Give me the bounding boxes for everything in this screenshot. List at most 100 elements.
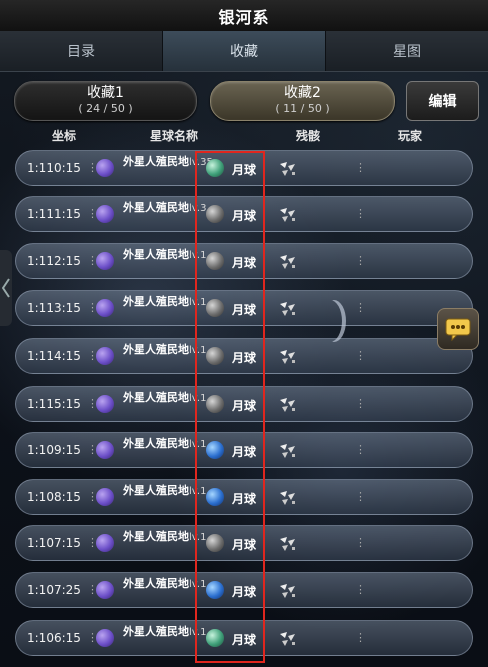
separator: ⋮	[355, 254, 366, 267]
title-bar: 银河系	[0, 0, 488, 32]
row-moon-label[interactable]: 月球	[232, 397, 256, 414]
table-row[interactable]: 1:113:15 ⋮ 外星人殖民地lv.1 月球 ⋮	[15, 290, 473, 326]
alien-planet-icon	[96, 205, 114, 223]
moon-planet-icon	[206, 629, 224, 647]
planet-level: lv.1	[189, 627, 207, 638]
separator: ⋮	[355, 631, 366, 644]
row-moon-label[interactable]: 月球	[232, 443, 256, 460]
planet-level: lv.3	[189, 203, 207, 214]
planet-name-text: 外星人殖民地	[123, 343, 189, 356]
alien-planet-icon	[96, 347, 114, 365]
tab-star-map[interactable]: 星图	[326, 31, 488, 71]
chevron-left-icon	[2, 278, 10, 298]
table-row[interactable]: 1:106:15 ⋮ 外星人殖民地lv.1 月球 ⋮	[15, 620, 473, 656]
row-coordinate[interactable]: 1:109:15	[27, 443, 81, 457]
row-coordinate[interactable]: 1:112:15	[27, 254, 81, 268]
debris-icon[interactable]	[278, 160, 298, 178]
row-planet-name: 外星人殖民地lv.1	[123, 343, 206, 357]
row-moon-label[interactable]: 月球	[232, 583, 256, 600]
row-planet-name: 外星人殖民地lv.3	[123, 201, 206, 215]
row-coordinate[interactable]: 1:108:15	[27, 490, 81, 504]
row-moon-label[interactable]: 月球	[232, 161, 256, 178]
table-row[interactable]: 1:108:15 ⋮ 外星人殖民地lv.1 月球 ⋮	[15, 479, 473, 515]
table-row[interactable]: 1:112:15 ⋮ 外星人殖民地lv.1 月球 ⋮	[15, 243, 473, 279]
row-coordinate[interactable]: 1:107:15	[27, 536, 81, 550]
moon-planet-icon	[206, 347, 224, 365]
collection-2-button[interactable]: 收藏2 ( 11 / 50 )	[210, 81, 395, 121]
debris-icon[interactable]	[278, 630, 298, 648]
row-moon-label[interactable]: 月球	[232, 536, 256, 553]
edit-button[interactable]: 编辑	[406, 81, 479, 121]
moon-planet-icon	[206, 581, 224, 599]
separator: ⋮	[355, 161, 366, 174]
planet-name-text: 外星人殖民地	[123, 391, 189, 404]
tab-bar: 目录 收藏 星图	[0, 31, 488, 72]
planet-level: lv.1	[189, 250, 207, 261]
row-moon-label[interactable]: 月球	[232, 490, 256, 507]
alien-planet-icon	[96, 395, 114, 413]
row-coordinate[interactable]: 1:107:25	[27, 583, 81, 597]
planet-level: lv.1	[189, 486, 207, 497]
table-row[interactable]: 1:115:15 ⋮ 外星人殖民地lv.1 月球 ⋮	[15, 386, 473, 422]
collection-2-name: 收藏2	[284, 85, 321, 101]
debris-icon[interactable]	[278, 582, 298, 600]
planet-name-text: 外星人殖民地	[123, 577, 189, 590]
debris-icon[interactable]	[278, 253, 298, 271]
row-coordinate[interactable]: 1:106:15	[27, 631, 81, 645]
table-row[interactable]: 1:109:15 ⋮ 外星人殖民地lv.1 月球 ⋮	[15, 432, 473, 468]
moon-planet-icon	[206, 205, 224, 223]
debris-icon[interactable]	[278, 300, 298, 318]
separator: ⋮	[355, 301, 366, 314]
separator: ⋮	[355, 443, 366, 456]
row-moon-label[interactable]: 月球	[232, 301, 256, 318]
debris-icon[interactable]	[278, 442, 298, 460]
alien-planet-icon	[96, 488, 114, 506]
chat-button[interactable]	[437, 308, 479, 350]
alien-planet-icon	[96, 299, 114, 317]
table-row[interactable]: 1:114:15 ⋮ 外星人殖民地lv.1 月球 ⋮	[15, 338, 473, 374]
debris-icon[interactable]	[278, 535, 298, 553]
header-debris: 残骸	[296, 129, 321, 143]
moon-planet-icon	[206, 299, 224, 317]
row-coordinate[interactable]: 1:111:15	[27, 207, 81, 221]
row-coordinate[interactable]: 1:110:15	[27, 161, 81, 175]
debris-icon[interactable]	[278, 489, 298, 507]
tab-favorites[interactable]: 收藏	[163, 31, 326, 71]
debris-icon[interactable]	[278, 396, 298, 414]
row-planet-name: 外星人殖民地lv.1	[123, 391, 206, 405]
row-coordinate[interactable]: 1:115:15	[27, 397, 81, 411]
row-moon-label[interactable]: 月球	[232, 349, 256, 366]
moon-planet-icon	[206, 534, 224, 552]
alien-planet-icon	[96, 629, 114, 647]
row-moon-label[interactable]: 月球	[232, 207, 256, 224]
row-moon-label[interactable]: 月球	[232, 254, 256, 271]
debris-icon[interactable]	[278, 206, 298, 224]
collection-1-name: 收藏1	[87, 85, 124, 101]
table-row[interactable]: 1:107:25 ⋮ 外星人殖民地lv.1 月球 ⋮	[15, 572, 473, 608]
separator: ⋮	[355, 397, 366, 410]
planet-level: lv.1	[189, 532, 207, 543]
tab-directory[interactable]: 目录	[0, 31, 163, 71]
row-coordinate[interactable]: 1:114:15	[27, 349, 81, 363]
moon-planet-icon	[206, 441, 224, 459]
planet-name-text: 外星人殖民地	[123, 625, 189, 638]
table-row[interactable]: 1:110:15 ⋮ 外星人殖民地lv.35 月球 ⋮	[15, 150, 473, 186]
row-planet-name: 外星人殖民地lv.1	[123, 625, 206, 639]
alien-planet-icon	[96, 159, 114, 177]
planet-name-text: 外星人殖民地	[123, 437, 189, 450]
debris-icon[interactable]	[278, 348, 298, 366]
moon-planet-icon	[206, 488, 224, 506]
collection-1-button[interactable]: 收藏1 ( 24 / 50 )	[14, 81, 197, 121]
planet-level: lv.1	[189, 345, 207, 356]
row-coordinate[interactable]: 1:113:15	[27, 301, 81, 315]
page-title: 银河系	[218, 7, 270, 27]
table-row[interactable]: 1:107:15 ⋮ 外星人殖民地lv.1 月球 ⋮	[15, 525, 473, 561]
planet-level: lv.1	[189, 579, 207, 590]
chat-icon	[445, 318, 471, 341]
row-moon-label[interactable]: 月球	[232, 631, 256, 648]
alien-planet-icon	[96, 252, 114, 270]
row-planet-name: 外星人殖民地lv.1	[123, 437, 206, 451]
header-coord: 坐标	[52, 129, 77, 143]
table-row[interactable]: 1:111:15 ⋮ 外星人殖民地lv.3 月球 ⋮	[15, 196, 473, 232]
side-panel-toggle[interactable]	[0, 250, 12, 326]
